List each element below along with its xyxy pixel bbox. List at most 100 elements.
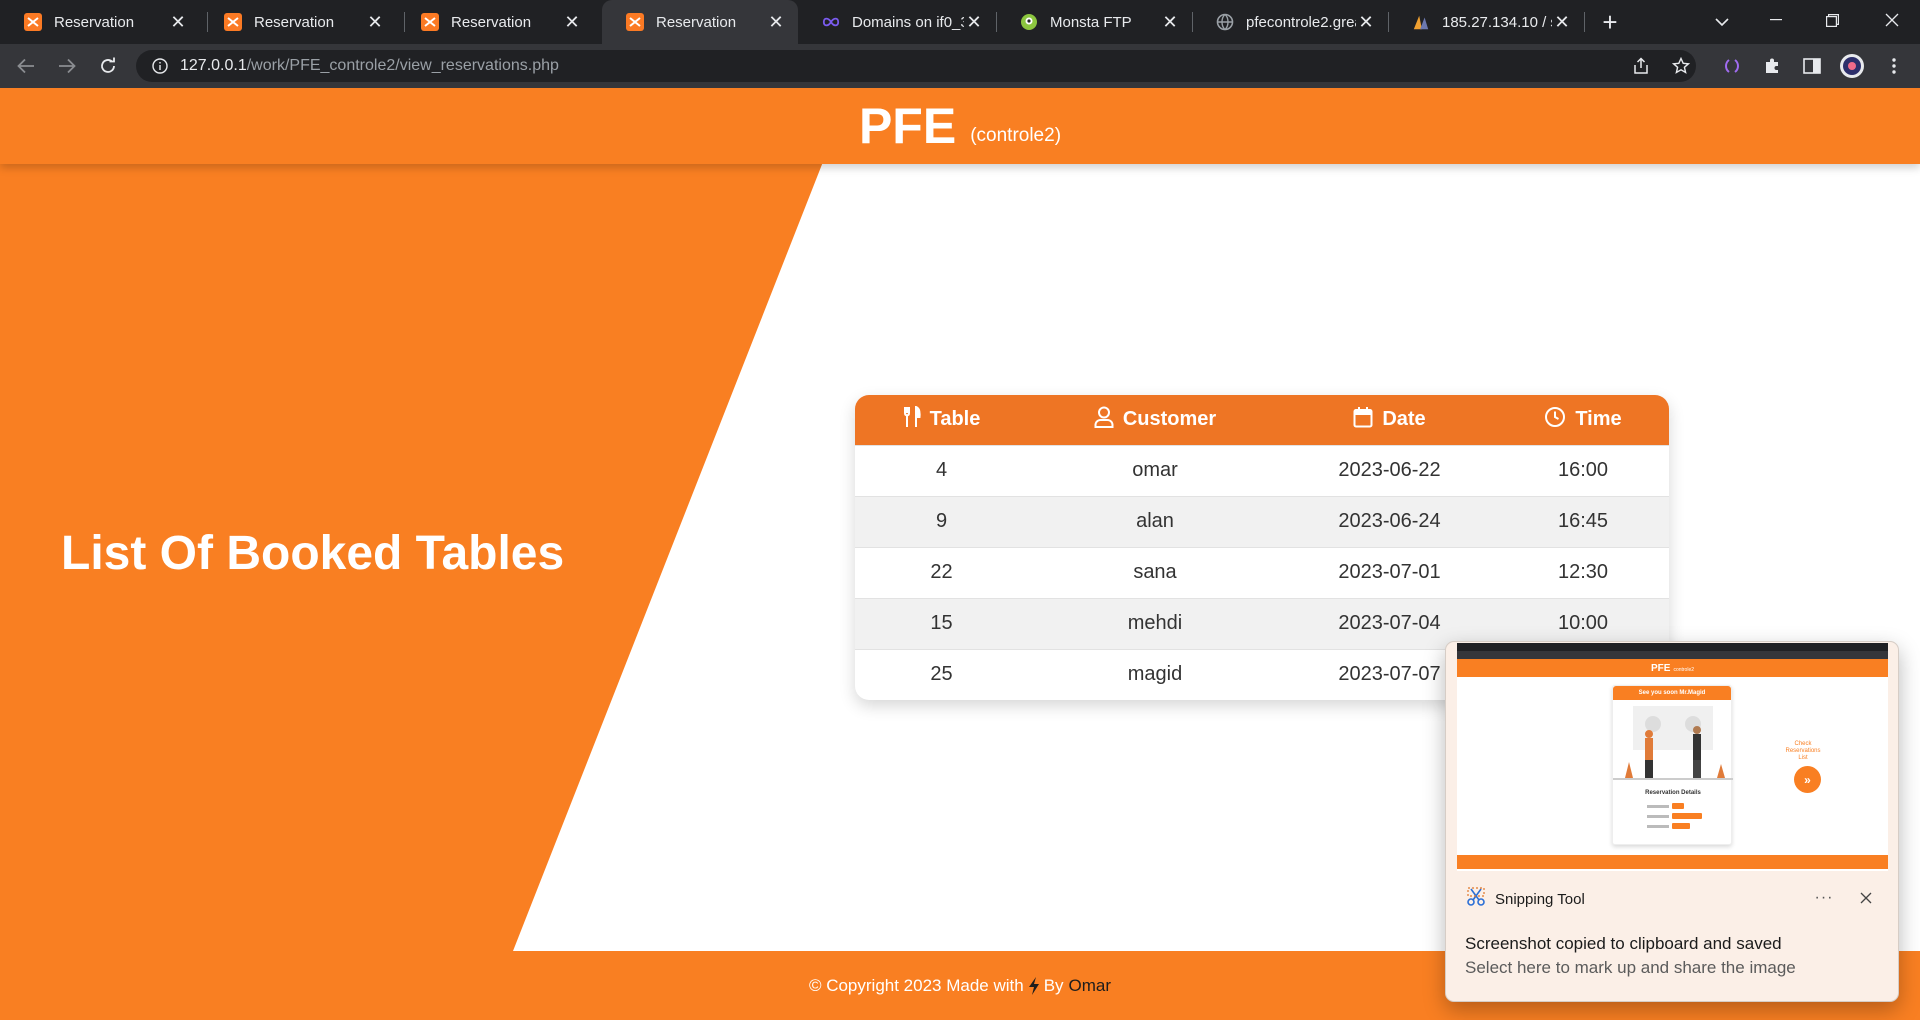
tab-title: pfecontrole2.grea [1246,13,1356,31]
browser-tab[interactable]: pfecontrole2.grea ✕ [1192,0,1388,44]
xampp-icon [224,13,242,31]
bookmark-star-icon[interactable] [1671,56,1691,76]
extensions-puzzle-icon[interactable] [1758,52,1786,80]
tab-title: Reservation [54,13,135,31]
close-tab-icon[interactable]: ✕ [365,12,385,32]
thumbnail-detail-row [1647,813,1707,819]
browser-menu-icon[interactable] [1880,52,1908,80]
toast-subtext: Select here to mark up and share the ima… [1465,958,1796,977]
tab-title: 185.27.134.10 / sc [1442,13,1552,31]
thumbnail-toolbar [1457,651,1888,659]
thumbnail-details-label: Reservation Details [1645,790,1701,796]
thumbnail-brand: PFE [1650,662,1671,674]
new-tab-button[interactable]: + [1596,7,1624,37]
close-tab-icon[interactable]: ✕ [964,12,984,32]
close-window-button[interactable] [1864,0,1920,40]
cell-customer: alan [1136,510,1174,532]
browser-tab[interactable]: Monsta FTP ✕ [996,0,1192,44]
reload-button[interactable] [92,50,124,82]
cell-table-number: 15 [930,612,953,634]
thumbnail-detail-row [1647,803,1707,809]
tab-title: Domains on if0_3 [852,13,964,31]
cell-table-number: 9 [935,510,948,532]
cell-date: 2023-07-01 [1338,561,1441,583]
restore-window-button[interactable] [1804,0,1860,40]
toast-more-options-button[interactable]: ··· [1810,886,1838,910]
cell-date: 2023-06-22 [1338,459,1441,481]
table-header-row: Table Customer Date Time [855,395,1669,445]
table-row: 9 alan 2023-06-24 16:45 [855,496,1669,547]
share-icon[interactable] [1631,56,1651,76]
browser-tab[interactable]: 185.27.134.10 / sc ✕ [1388,0,1584,44]
url-path: /work/PFE_controle2/view_reservations.ph… [246,57,559,74]
table-row: 4 omar 2023-06-22 16:00 [855,445,1669,496]
site-info-icon[interactable] [150,56,170,76]
thumbnail-detail-row [1647,823,1707,829]
toast-close-icon[interactable] [1854,886,1878,910]
close-tab-icon[interactable]: ✕ [1160,12,1180,32]
cell-date: 2023-06-24 [1338,510,1441,532]
column-header-customer: Customer [1028,395,1282,445]
forward-button[interactable] [51,50,83,82]
column-header-table: Table [855,395,1028,445]
close-tab-icon[interactable]: ✕ [1356,12,1376,32]
site-brand[interactable]: PFE [859,101,956,151]
monsta-icon [1020,13,1038,31]
thumbnail-subtitle: controle2 [1673,666,1695,673]
user-icon [1094,406,1114,434]
scissors-icon [1466,887,1486,912]
thumbnail-tab-strip [1457,643,1888,651]
toast-message: Screenshot copied to clipboard and saved [1465,934,1782,953]
back-button[interactable] [10,50,42,82]
cell-time: 16:00 [1557,459,1609,481]
address-bar[interactable]: 127.0.0.1/work/PFE_controle2/view_reserv… [136,50,1696,82]
browser-tab[interactable]: Domains on if0_3 ✕ [798,0,996,44]
column-header-label: Date [1382,408,1426,431]
xampp-icon [24,13,42,31]
browser-tab[interactable]: Reservation ✕ [397,0,594,44]
column-header-label: Customer [1122,408,1217,431]
xampp-icon [626,13,644,31]
browser-tab[interactable]: Reservation ✕ [0,0,200,44]
thumbnail-check-text: Check Reservations List [1785,741,1821,761]
thumbnail-footer [1457,855,1888,869]
globe-icon [1216,13,1234,31]
close-tab-icon[interactable]: ✕ [766,12,786,32]
site-header: PFE (controle2) [0,88,1920,164]
browser-tab[interactable]: Reservation ✕ [200,0,397,44]
cell-customer: mehdi [1127,612,1183,634]
browser-tab-active[interactable]: Reservation ✕ [602,0,798,44]
cell-customer: sana [1133,561,1177,583]
tab-search-chevron-icon[interactable] [1708,8,1736,36]
close-tab-icon[interactable]: ✕ [1552,12,1572,32]
tab-title: Reservation [451,13,532,31]
phpmyadmin-icon [1412,13,1430,31]
side-panel-icon[interactable] [1798,52,1826,80]
utensils-icon [903,405,921,434]
url-text: 127.0.0.1/work/PFE_controle2/view_reserv… [180,57,559,75]
cell-table-number: 25 [930,663,953,686]
minimize-window-button[interactable] [1748,0,1804,40]
column-header-time: Time [1497,395,1669,445]
copyright-text: © Copyright 2023 Made with [808,975,1024,995]
tab-title: Reservation [656,13,737,31]
extension-icon[interactable] [1718,52,1746,80]
tab-title: Reservation [254,13,335,31]
browser-toolbar: 127.0.0.1/work/PFE_controle2/view_reserv… [0,44,1920,88]
snipping-tool-notification[interactable]: PFE controle2 See you soon Mr.Magid Rese… [1445,641,1899,1002]
close-tab-icon[interactable]: ✕ [168,12,188,32]
toast-app-label: Snipping Tool [1466,887,1585,912]
lightning-bolt-icon [1028,976,1040,995]
cell-time: 16:45 [1557,510,1609,532]
author-link[interactable]: Omar [1069,976,1112,996]
toast-app-name: Snipping Tool [1495,891,1585,908]
profile-avatar-icon[interactable] [1838,52,1866,80]
column-header-date: Date [1282,395,1497,445]
column-header-label: Time [1575,408,1622,431]
cell-customer: omar [1132,459,1178,481]
screenshot-thumbnail[interactable]: PFE controle2 See you soon Mr.Magid Rese… [1457,643,1888,871]
clock-icon [1544,406,1566,434]
browser-tab-strip: Reservation ✕ Reservation ✕ Reservation … [0,0,1920,44]
close-tab-icon[interactable]: ✕ [562,12,582,32]
cell-customer: magid [1127,663,1183,686]
